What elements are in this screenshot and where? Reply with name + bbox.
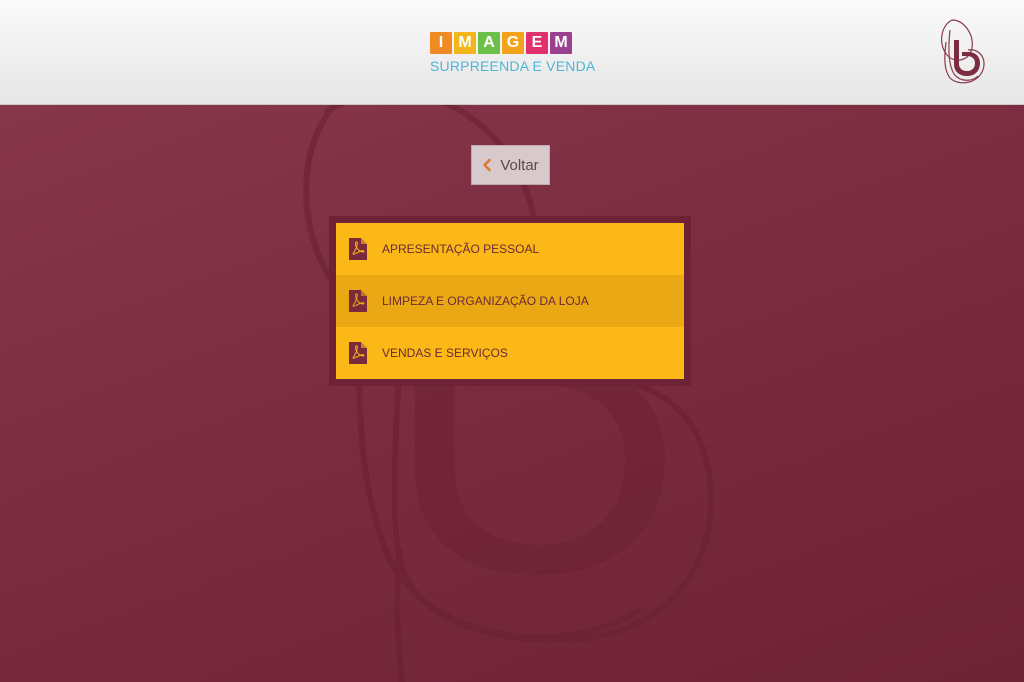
brand-letter: I	[430, 32, 452, 54]
brand-tagline: SURPREENDA E VENDA	[430, 58, 596, 74]
brand-letter: A	[478, 32, 500, 54]
header-bar: I M A G E M SURPREENDA E VENDA	[0, 0, 1024, 105]
menu-item-vendas-servicos[interactable]: VENDAS E SERVIÇOS	[336, 327, 684, 379]
app-screen: I M A G E M SURPREENDA E VENDA Voltar AP…	[0, 0, 1024, 682]
menu-item-label: VENDAS E SERVIÇOS	[382, 346, 508, 360]
brand-logo: I M A G E M SURPREENDA E VENDA	[430, 32, 596, 74]
brand-letter: G	[502, 32, 524, 54]
brand-letter: M	[550, 32, 572, 54]
back-button-label: Voltar	[500, 156, 539, 174]
menu-item-apresentacao-pessoal[interactable]: APRESENTAÇÃO PESSOAL	[336, 223, 684, 275]
b-monogram-logo-icon	[941, 19, 985, 84]
pdf-icon	[349, 342, 367, 364]
brand-wordmark: I M A G E M	[430, 32, 596, 54]
brand-letter: M	[454, 32, 476, 54]
pdf-icon	[349, 238, 367, 260]
brand-letter: E	[526, 32, 548, 54]
menu-item-label: LIMPEZA E ORGANIZAÇÃO DA LOJA	[382, 294, 589, 308]
menu-item-label: APRESENTAÇÃO PESSOAL	[382, 242, 540, 256]
pdf-icon	[349, 290, 367, 312]
back-button[interactable]: Voltar	[471, 145, 550, 185]
document-menu: APRESENTAÇÃO PESSOAL LIMPEZA E ORGANIZAÇ…	[329, 216, 691, 386]
menu-item-limpeza-organizacao[interactable]: LIMPEZA E ORGANIZAÇÃO DA LOJA	[336, 275, 684, 327]
chevron-left-icon	[483, 158, 492, 172]
